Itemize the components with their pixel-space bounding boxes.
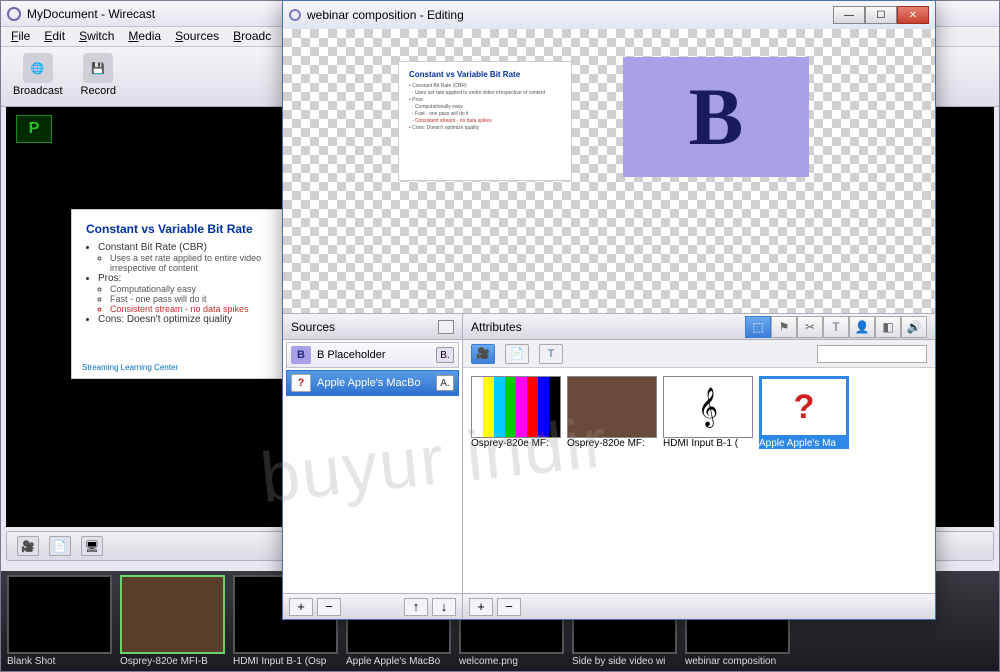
- sources-panel: Sources B B Placeholder B. ? Apple Apple…: [283, 314, 463, 619]
- tab-crop-icon[interactable]: ✂: [797, 316, 823, 338]
- slide-subbullet: Uses a set rate applied to entire video …: [110, 253, 276, 273]
- attributes-footer: + −: [463, 593, 935, 619]
- filter-text-icon[interactable]: T: [539, 344, 563, 364]
- background-cut-text: ar le: [961, 259, 993, 341]
- attributes-header: Attributes ⬚ ⚑ ✂ T 👤 ◧ 🔊: [463, 314, 935, 340]
- globe-icon: 🌐: [23, 53, 53, 83]
- media-osprey-1[interactable]: Osprey-820e MF:: [471, 376, 561, 449]
- shot-osprey[interactable]: Osprey-820e MFI-B: [120, 575, 225, 667]
- filter-image-icon[interactable]: 📄: [505, 344, 529, 364]
- bg-text-line: le: [961, 300, 993, 341]
- remove-source-button[interactable]: −: [317, 598, 341, 616]
- dialog-title: webinar composition - Editing: [307, 8, 464, 22]
- shot-label: Side by side video wi: [572, 656, 677, 667]
- tab-source-icon[interactable]: ⬚: [745, 316, 771, 338]
- menu-sources[interactable]: Sources: [175, 29, 219, 44]
- mini-slide-title: Constant vs Variable Bit Rate: [409, 70, 561, 79]
- add-media-button[interactable]: +: [469, 598, 493, 616]
- record-button[interactable]: 💾 Record: [81, 53, 116, 100]
- menu-switch[interactable]: Switch: [79, 29, 114, 44]
- minimize-button[interactable]: —: [833, 6, 865, 24]
- slide-title: Constant vs Variable Bit Rate: [86, 222, 276, 236]
- filter-video-icon[interactable]: 🎥: [471, 344, 495, 364]
- sources-list: B B Placeholder B. ? Apple Apple's MacBo…: [283, 340, 462, 593]
- sources-label: Sources: [291, 320, 335, 334]
- broadcast-button[interactable]: 🌐 Broadcast: [13, 53, 63, 100]
- shot-label: HDMI Input B-1 (Osp: [233, 656, 338, 667]
- dialog-app-icon: [289, 9, 301, 21]
- disk-icon: 💾: [83, 53, 113, 83]
- source-badge-icon: ?: [291, 374, 311, 392]
- tab-border-icon[interactable]: ◧: [875, 316, 901, 338]
- camera-layer-button[interactable]: 🎥: [17, 536, 39, 556]
- media-label: HDMI Input B-1 (: [663, 438, 753, 449]
- media-search-input[interactable]: [817, 345, 927, 363]
- source-tag: B.: [436, 347, 454, 363]
- go-live-indicator[interactable]: P: [16, 115, 52, 143]
- display-layer-button[interactable]: 🖥: [81, 536, 103, 556]
- shot-blank[interactable]: Blank Shot: [7, 575, 112, 667]
- attribute-toolbar: 🎥 📄 T: [463, 340, 935, 368]
- media-osprey-2[interactable]: Osprey-820e MF:: [567, 376, 657, 449]
- source-badge-icon: B: [291, 346, 311, 364]
- media-grid: Osprey-820e MF: Osprey-820e MF: 𝄞 HDMI I…: [463, 368, 935, 593]
- main-title: MyDocument - Wirecast: [27, 7, 155, 21]
- media-label: Osprey-820e MF:: [567, 438, 657, 449]
- slide-footer: Streaming Learning Center: [82, 363, 178, 372]
- tab-text-icon[interactable]: T: [823, 316, 849, 338]
- composition-canvas[interactable]: Constant vs Variable Bit Rate • Constant…: [283, 29, 935, 313]
- media-apple[interactable]: ? Apple Apple's Ma: [759, 376, 849, 449]
- source-label: B Placeholder: [317, 349, 386, 361]
- tab-chroma-icon[interactable]: 👤: [849, 316, 875, 338]
- slide-bullet: Cons: Doesn't optimize quality: [98, 314, 276, 325]
- mini-slide-body: • Constant Bit Rate (CBR) ◦ Uses set rat…: [409, 83, 561, 132]
- canvas-slide-layer[interactable]: Constant vs Variable Bit Rate • Constant…: [398, 61, 572, 181]
- menu-media[interactable]: Media: [128, 29, 161, 44]
- slide-subbullet: Consistent stream - no data spikes: [110, 304, 276, 314]
- maximize-button[interactable]: ☐: [865, 6, 897, 24]
- slide-subbullet: Computationally easy: [110, 284, 276, 294]
- menu-file[interactable]: File: [11, 29, 30, 44]
- tab-flag-icon[interactable]: ⚑: [771, 316, 797, 338]
- remove-media-button[interactable]: −: [497, 598, 521, 616]
- sources-footer: + − ↑ ↓: [283, 593, 462, 619]
- move-source-up-button[interactable]: ↑: [404, 598, 428, 616]
- shot-label: Osprey-820e MFI-B: [120, 656, 225, 667]
- shot-label: Blank Shot: [7, 656, 112, 667]
- close-button[interactable]: ✕: [897, 6, 929, 24]
- attribute-tabs: ⬚ ⚑ ✂ T 👤 ◧ 🔊: [745, 316, 927, 338]
- add-source-button[interactable]: +: [289, 598, 313, 616]
- menu-broadcast[interactable]: Broadc: [233, 29, 271, 44]
- document-layer-button[interactable]: 📄: [49, 536, 71, 556]
- record-label: Record: [81, 85, 116, 97]
- shot-label: welcome.png: [459, 656, 564, 667]
- media-hdmi[interactable]: 𝄞 HDMI Input B-1 (: [663, 376, 753, 449]
- wirecast-app-icon: [7, 7, 21, 21]
- media-label: Apple Apple's Ma: [759, 438, 849, 449]
- sources-detach-button[interactable]: [438, 320, 454, 334]
- sources-header: Sources: [283, 314, 462, 340]
- attributes-label: Attributes: [471, 320, 522, 334]
- menu-edit[interactable]: Edit: [44, 29, 65, 44]
- composition-editor-dialog: webinar composition - Editing — ☐ ✕ Cons…: [282, 0, 936, 620]
- bg-text-line: ar: [961, 259, 993, 300]
- media-label: Osprey-820e MF:: [471, 438, 561, 449]
- slide-subbullet: Fast - one pass will do it: [110, 294, 276, 304]
- slide-bullet: Constant Bit Rate (CBR): [98, 242, 276, 253]
- dialog-titlebar[interactable]: webinar composition - Editing — ☐ ✕: [283, 1, 935, 29]
- shot-label: Apple Apple's MacBo: [346, 656, 451, 667]
- preview-slide: Constant vs Variable Bit Rate Constant B…: [71, 209, 291, 379]
- canvas-b-placeholder-layer[interactable]: B: [623, 57, 809, 177]
- broadcast-label: Broadcast: [13, 85, 63, 97]
- source-item-b-placeholder[interactable]: B B Placeholder B.: [286, 342, 459, 368]
- source-label: Apple Apple's MacBo: [317, 377, 421, 389]
- shot-label: webinar composition: [685, 656, 790, 667]
- tab-audio-icon[interactable]: 🔊: [901, 316, 927, 338]
- dialog-lower-split: Sources B B Placeholder B. ? Apple Apple…: [283, 313, 935, 619]
- source-item-apple-macbook[interactable]: ? Apple Apple's MacBo A.: [286, 370, 459, 396]
- attributes-panel: Attributes ⬚ ⚑ ✂ T 👤 ◧ 🔊 🎥 📄 T: [463, 314, 935, 619]
- source-tag: A.: [436, 375, 454, 391]
- slide-bullet: Pros:: [98, 273, 276, 284]
- move-source-down-button[interactable]: ↓: [432, 598, 456, 616]
